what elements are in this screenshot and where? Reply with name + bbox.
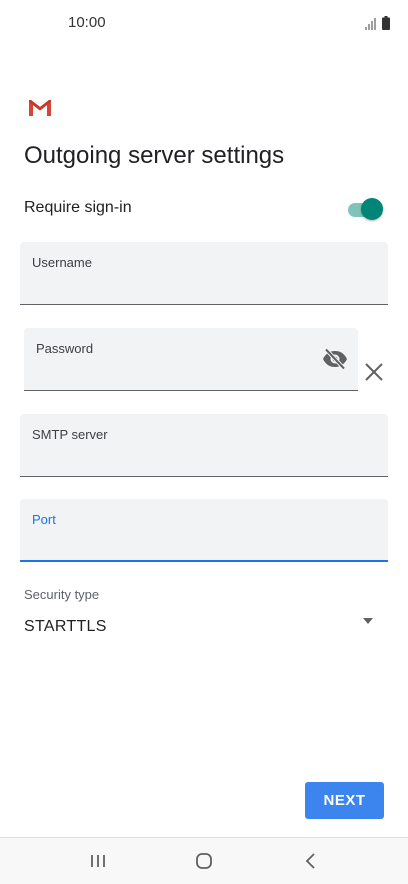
status-time: 10:00 bbox=[68, 14, 106, 31]
require-signin-row: Require sign-in bbox=[24, 196, 384, 220]
signal-icon bbox=[365, 18, 376, 30]
require-signin-label: Require sign-in bbox=[24, 199, 132, 216]
port-field[interactable]: Port bbox=[20, 499, 388, 562]
battery-icon bbox=[382, 16, 390, 30]
password-input[interactable] bbox=[36, 360, 310, 382]
back-icon[interactable] bbox=[297, 848, 325, 874]
port-input[interactable] bbox=[32, 530, 340, 552]
home-icon[interactable] bbox=[190, 848, 218, 874]
navigation-bar bbox=[0, 837, 408, 884]
password-field[interactable]: Password bbox=[24, 328, 358, 391]
smtp-server-input[interactable] bbox=[32, 446, 340, 468]
smtp-server-label: SMTP server bbox=[32, 427, 108, 442]
status-icons bbox=[365, 14, 390, 30]
port-label: Port bbox=[32, 512, 56, 527]
page-title: Outgoing server settings bbox=[24, 142, 285, 169]
dropdown-arrow-icon bbox=[363, 618, 373, 624]
username-input[interactable] bbox=[32, 274, 340, 296]
password-label: Password bbox=[36, 341, 94, 356]
status-bar: 10:00 bbox=[0, 0, 408, 46]
screen: 10:00 Outgoing server settings Require s… bbox=[0, 0, 408, 884]
username-field[interactable]: Username bbox=[20, 242, 388, 305]
security-type-value: STARTTLS bbox=[24, 618, 107, 635]
security-type-dropdown[interactable]: STARTTLS bbox=[24, 612, 384, 642]
require-signin-toggle[interactable] bbox=[348, 197, 383, 220]
next-button[interactable]: NEXT bbox=[305, 782, 384, 819]
smtp-server-field[interactable]: SMTP server bbox=[20, 414, 388, 477]
close-icon[interactable] bbox=[362, 360, 386, 384]
gmail-logo-icon bbox=[29, 100, 51, 116]
recents-icon[interactable] bbox=[84, 848, 112, 874]
eye-off-icon[interactable] bbox=[322, 348, 348, 370]
username-label: Username bbox=[32, 255, 92, 270]
security-type-label: Security type bbox=[24, 587, 100, 602]
toggle-knob bbox=[361, 198, 383, 220]
